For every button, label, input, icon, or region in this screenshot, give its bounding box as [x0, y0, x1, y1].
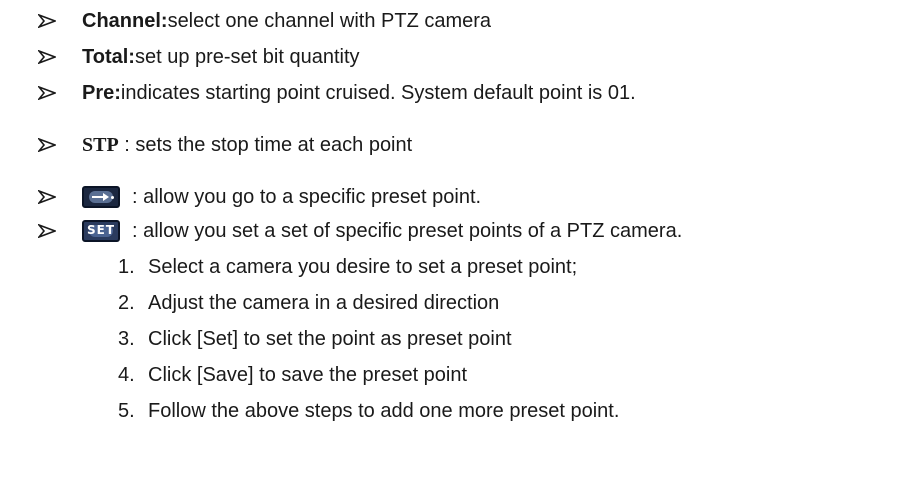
- term-label: Channel:: [82, 9, 168, 32]
- step-item: 4. Click [Save] to save the preset point: [118, 360, 467, 390]
- step-item: 2. Adjust the camera in a desired direct…: [118, 288, 499, 318]
- set-preset-button-icon[interactable]: SET: [82, 220, 120, 242]
- step-item: 1. Select a camera you desire to set a p…: [118, 252, 577, 282]
- bullet-goto-preset: : allow you go to a specific preset poin…: [38, 182, 481, 212]
- arrow-bullet-icon: [38, 14, 56, 28]
- step-number: 2.: [118, 291, 135, 314]
- bullet-channel: Channel: select one channel with PTZ cam…: [38, 6, 491, 36]
- term-description: : allow you go to a specific preset poin…: [132, 185, 482, 208]
- step-text: Follow the above steps to add one more p…: [148, 399, 620, 422]
- term-description: set up pre-set bit quantity: [134, 45, 360, 68]
- term-label: STP: [82, 133, 119, 156]
- arrow-bullet-icon: [38, 86, 56, 100]
- term-description: indicates starting point cruised. System…: [120, 81, 636, 104]
- step-number: 1.: [118, 255, 135, 278]
- step-text: Select a camera you desire to set a pres…: [148, 255, 578, 278]
- step-item: 3. Click [Set] to set the point as prese…: [118, 324, 512, 354]
- arrow-bullet-icon: [38, 190, 56, 204]
- step-number: 4.: [118, 363, 135, 386]
- term-label: Total:: [82, 45, 135, 68]
- bullet-pre: Pre: indicates starting point cruised. S…: [38, 78, 636, 108]
- step-text: Adjust the camera in a desired direction: [148, 291, 500, 314]
- step-item: 5. Follow the above steps to add one mor…: [118, 396, 619, 426]
- term-description: select one channel with PTZ camera: [167, 9, 492, 32]
- bullet-total: Total: set up pre-set bit quantity: [38, 42, 360, 72]
- set-icon-label: SET: [86, 223, 116, 237]
- step-text: Click [Set] to set the point as preset p…: [148, 327, 512, 350]
- arrow-bullet-icon: [38, 224, 56, 238]
- term-description: : sets the stop time at each point: [118, 133, 413, 156]
- arrow-bullet-icon: [38, 138, 56, 152]
- goto-preset-button-icon[interactable]: [82, 186, 120, 208]
- step-text: Click [Save] to save the preset point: [148, 363, 468, 386]
- bullet-stp: STP : sets the stop time at each point: [38, 130, 412, 160]
- step-number: 3.: [118, 327, 135, 350]
- term-description: : allow you set a set of specific preset…: [132, 219, 683, 242]
- step-number: 5.: [118, 399, 135, 422]
- bullet-set-preset: SET : allow you set a set of specific pr…: [38, 216, 682, 246]
- arrow-bullet-icon: [38, 50, 56, 64]
- term-label: Pre:: [82, 81, 121, 104]
